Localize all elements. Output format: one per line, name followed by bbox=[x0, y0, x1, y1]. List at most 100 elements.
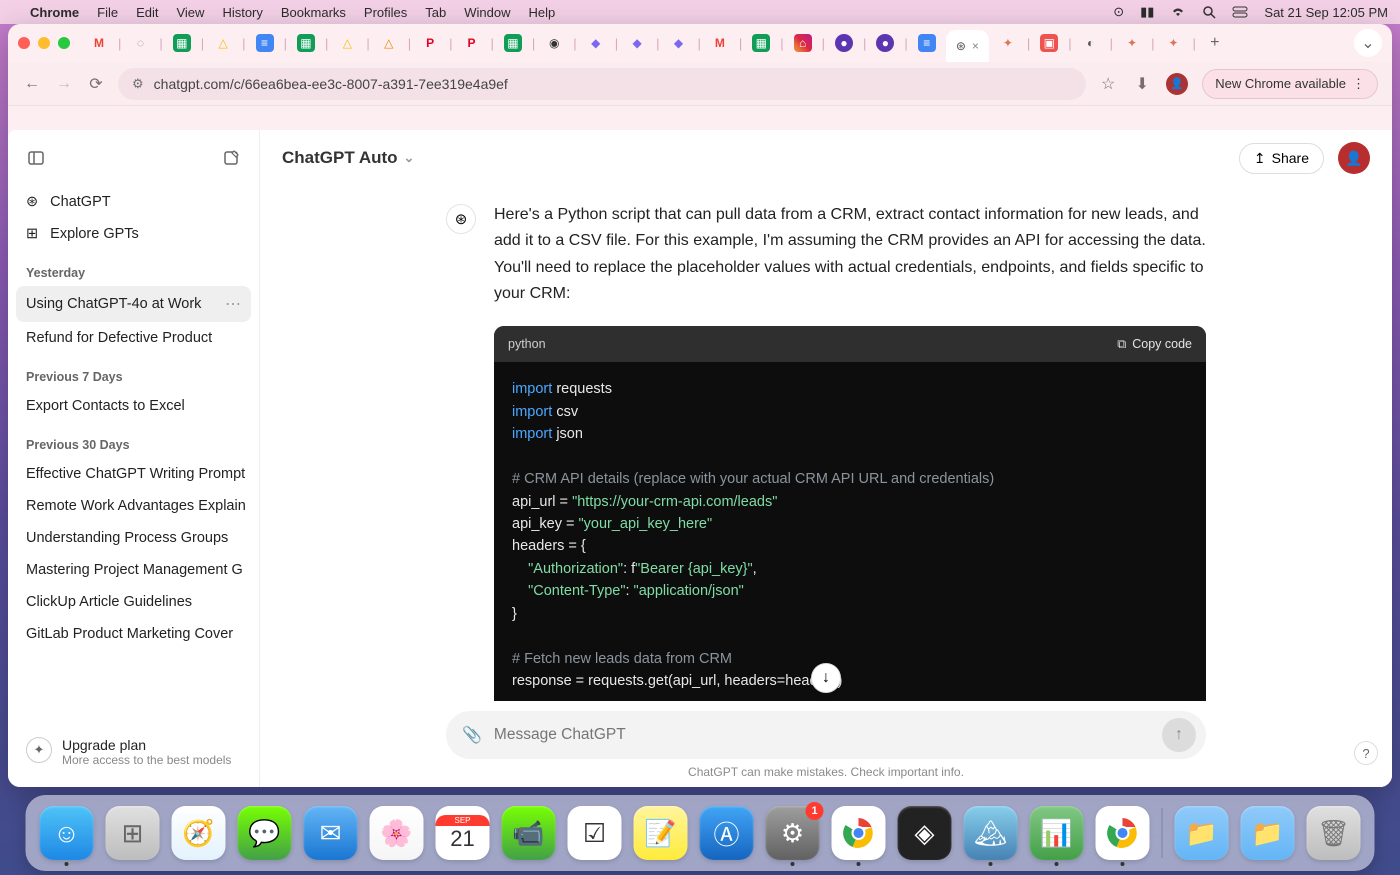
tab-docs2[interactable]: ≡ bbox=[918, 34, 936, 52]
menubar-clock[interactable]: Sat 21 Sep 12:05 PM bbox=[1264, 5, 1388, 20]
menu-view[interactable]: View bbox=[176, 5, 204, 20]
convo-options-icon[interactable]: ⋯ bbox=[225, 294, 241, 314]
minimize-window[interactable] bbox=[38, 37, 50, 49]
menu-profiles[interactable]: Profiles bbox=[364, 5, 407, 20]
tab-claude2[interactable]: ✦ bbox=[1123, 34, 1141, 52]
tab-drive1[interactable]: △ bbox=[214, 34, 232, 52]
tab-claude3[interactable]: ✦ bbox=[1164, 34, 1182, 52]
menu-history[interactable]: History bbox=[222, 5, 262, 20]
chrome-update-button[interactable]: New Chrome available ⋮ bbox=[1202, 69, 1378, 99]
dock-settings[interactable]: ⚙1 bbox=[766, 806, 820, 860]
convo-30days-3[interactable]: Mastering Project Management G bbox=[16, 554, 251, 586]
tab-sheets1[interactable]: ▦ bbox=[173, 34, 191, 52]
dock-chrome-beta[interactable] bbox=[1096, 806, 1150, 860]
tab-pinterest2[interactable]: P bbox=[463, 34, 481, 52]
sidebar-explore-gpts[interactable]: ⊞ Explore GPTs bbox=[16, 218, 251, 250]
menu-window[interactable]: Window bbox=[464, 5, 510, 20]
dock-appstore[interactable]: Ⓐ bbox=[700, 806, 754, 860]
tab-gmail2[interactable]: M bbox=[711, 34, 729, 52]
tab-app2[interactable]: ● bbox=[876, 34, 894, 52]
dock-mail[interactable]: ✉ bbox=[304, 806, 358, 860]
convo-7days-0[interactable]: Export Contacts to Excel bbox=[16, 390, 251, 422]
convo-30days-4[interactable]: ClickUp Article Guidelines bbox=[16, 586, 251, 618]
tabs-dropdown[interactable]: ⌄ bbox=[1354, 29, 1382, 57]
menu-help[interactable]: Help bbox=[529, 5, 556, 20]
dock-chrome[interactable] bbox=[832, 806, 886, 860]
tab-instagram[interactable]: ⌂ bbox=[794, 34, 812, 52]
dock-photos[interactable]: 🌸 bbox=[370, 806, 424, 860]
convo-30days-0[interactable]: Effective ChatGPT Writing Prompt bbox=[16, 458, 251, 490]
tab-sheets3[interactable]: ▦ bbox=[504, 34, 522, 52]
new-chat-icon[interactable] bbox=[217, 144, 245, 172]
wifi-icon[interactable] bbox=[1170, 6, 1186, 18]
menu-file[interactable]: File bbox=[97, 5, 118, 20]
forward-button[interactable]: → bbox=[54, 75, 74, 93]
tab-generic1[interactable]: ◌ bbox=[131, 34, 149, 52]
dock-safari[interactable]: 🧭 bbox=[172, 806, 226, 860]
dock-launchpad[interactable]: ⊞ bbox=[106, 806, 160, 860]
convo-30days-5[interactable]: GitLab Product Marketing Cover bbox=[16, 618, 251, 650]
site-settings-icon[interactable]: ⚙ bbox=[132, 76, 144, 92]
tab-clickup2[interactable]: ◆ bbox=[628, 34, 646, 52]
back-button[interactable]: ← bbox=[22, 75, 42, 93]
message-input[interactable] bbox=[494, 726, 1150, 744]
dock-finder[interactable]: ☺ bbox=[40, 806, 94, 860]
tab-pinterest1[interactable]: P bbox=[421, 34, 439, 52]
dock-messages[interactable]: 💬 bbox=[238, 806, 292, 860]
tab-github[interactable]: ◉ bbox=[545, 34, 563, 52]
spotlight-icon[interactable] bbox=[1202, 5, 1216, 19]
dock-numbers[interactable]: 📊 bbox=[1030, 806, 1084, 860]
menu-tab[interactable]: Tab bbox=[425, 5, 446, 20]
close-window[interactable] bbox=[18, 37, 30, 49]
dock-folder1[interactable]: 📁 bbox=[1175, 806, 1229, 860]
bookmark-icon[interactable]: ☆ bbox=[1098, 74, 1118, 94]
screen-record-icon[interactable]: ⊙ bbox=[1113, 4, 1124, 20]
scroll-to-bottom-button[interactable]: ↓ bbox=[811, 663, 841, 693]
share-button[interactable]: ↥ Share bbox=[1239, 143, 1324, 174]
help-button[interactable]: ? bbox=[1354, 741, 1378, 765]
dock-unity[interactable]: ◈ bbox=[898, 806, 952, 860]
model-selector[interactable]: ChatGPT Auto ⌄ bbox=[282, 148, 414, 168]
profile-avatar[interactable]: 👤 bbox=[1166, 73, 1188, 95]
address-bar[interactable]: ⚙ chatgpt.com/c/66ea6bea-ee3c-8007-a391-… bbox=[118, 68, 1086, 100]
dock-facetime[interactable]: 📹 bbox=[502, 806, 556, 860]
new-tab-button[interactable]: + bbox=[1206, 34, 1224, 52]
dock-preview[interactable]: 🏔 bbox=[964, 806, 1018, 860]
tab-claude1[interactable]: ✦ bbox=[999, 34, 1017, 52]
convo-yesterday-1[interactable]: Refund for Defective Product bbox=[16, 322, 251, 354]
dock-trash[interactable]: 🗑 bbox=[1307, 806, 1361, 860]
tab-gmail[interactable]: M bbox=[90, 34, 108, 52]
menu-edit[interactable]: Edit bbox=[136, 5, 158, 20]
tab-sheets2[interactable]: ▦ bbox=[297, 34, 315, 52]
dock-notes[interactable]: 📝 bbox=[634, 806, 688, 860]
convo-30days-2[interactable]: Understanding Process Groups bbox=[16, 522, 251, 554]
menu-app[interactable]: Chrome bbox=[30, 5, 79, 20]
tab-clickup3[interactable]: ◆ bbox=[669, 34, 687, 52]
upgrade-plan[interactable]: ✦ Upgrade plan More access to the best m… bbox=[16, 727, 251, 777]
downloads-icon[interactable]: ⬇ bbox=[1132, 74, 1152, 94]
battery-icon[interactable]: ▮▮ bbox=[1140, 4, 1154, 20]
tab-sheets4[interactable]: ▦ bbox=[752, 34, 770, 52]
tab-clickup1[interactable]: ◆ bbox=[587, 34, 605, 52]
send-button[interactable]: ↑ bbox=[1162, 718, 1196, 752]
dock-reminders[interactable]: ☑ bbox=[568, 806, 622, 860]
maximize-window[interactable] bbox=[58, 37, 70, 49]
convo-yesterday-0[interactable]: Using ChatGPT-4o at Work ⋯ bbox=[16, 286, 251, 322]
sidebar-chatgpt[interactable]: ⊛ ChatGPT bbox=[16, 186, 251, 218]
tab-active-chatgpt[interactable]: ⊛ × bbox=[946, 30, 989, 62]
convo-30days-1[interactable]: Remote Work Advantages Explain bbox=[16, 490, 251, 522]
menu-bookmarks[interactable]: Bookmarks bbox=[281, 5, 346, 20]
attachment-icon[interactable]: 📎 bbox=[462, 725, 482, 745]
tab-app1[interactable]: ● bbox=[835, 34, 853, 52]
dock-calendar[interactable]: SEP21 bbox=[436, 806, 490, 860]
copy-code-button[interactable]: ⧉ Copy code bbox=[1117, 334, 1192, 355]
tab-drive2[interactable]: △ bbox=[338, 34, 356, 52]
tab-chrome[interactable]: ◐ bbox=[1082, 34, 1100, 52]
dock-folder2[interactable]: 📁 bbox=[1241, 806, 1295, 860]
collapse-sidebar-icon[interactable] bbox=[22, 144, 50, 172]
reload-button[interactable]: ⟳ bbox=[86, 74, 106, 94]
tab-drive3[interactable]: △ bbox=[380, 34, 398, 52]
tab-close-icon[interactable]: × bbox=[972, 39, 979, 53]
tab-red1[interactable]: ▣ bbox=[1040, 34, 1058, 52]
tab-docs1[interactable]: ≡ bbox=[256, 34, 274, 52]
